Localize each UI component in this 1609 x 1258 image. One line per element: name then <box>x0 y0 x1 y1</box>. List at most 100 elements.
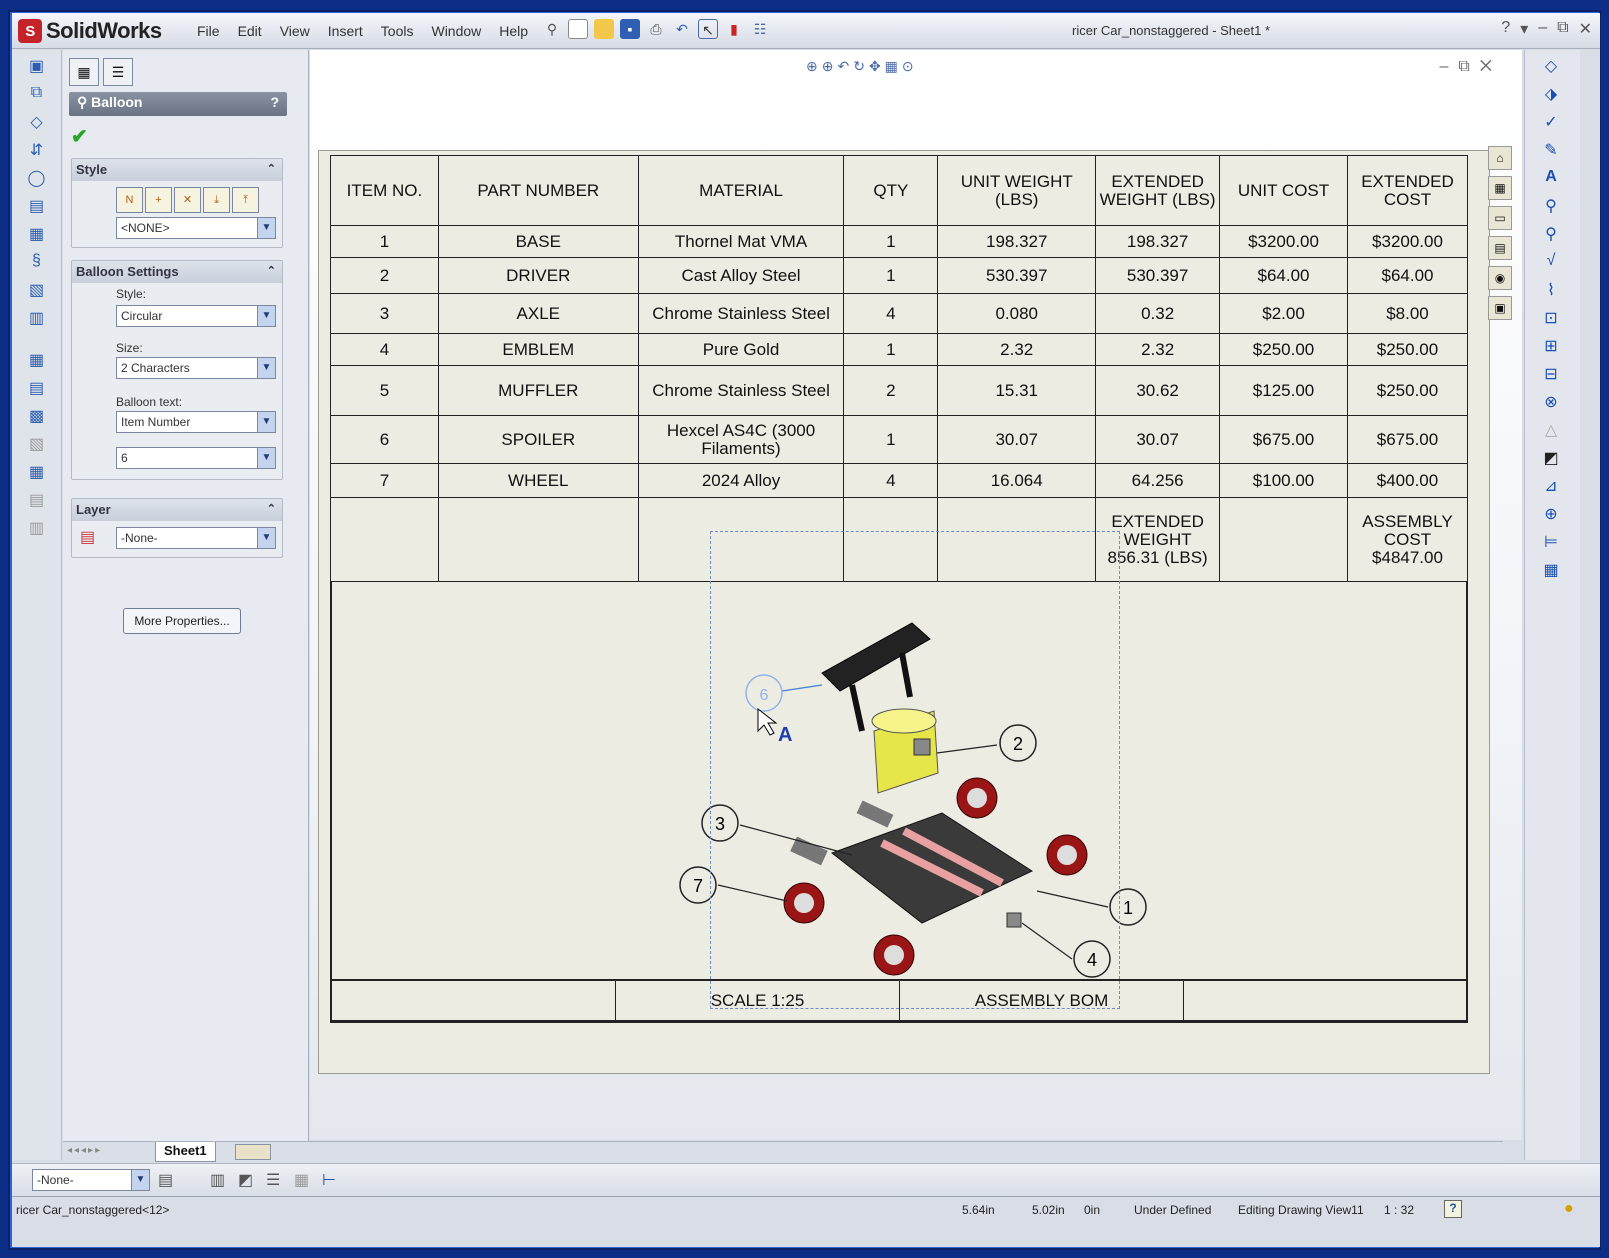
collapse-icon[interactable]: ⌃ <box>267 162 276 175</box>
detail-view-icon[interactable]: ◯ <box>24 168 50 190</box>
style-select[interactable]: <NONE> ▼ <box>116 217 276 239</box>
hole-table-icon[interactable]: ▩ <box>24 406 50 428</box>
table-row[interactable]: 7 WHEEL 2024 Alloy 4 16.064 64.256 $100.00 $400… <box>330 463 1469 498</box>
line-style-icon[interactable]: ☰ <box>266 1170 280 1190</box>
pan-icon[interactable]: ✥ <box>869 58 885 74</box>
section-view-icon[interactable]: ⇵ <box>24 140 50 162</box>
doc-minimize-icon[interactable]: – <box>1439 58 1458 75</box>
options-icon[interactable]: ☷ <box>750 19 770 39</box>
revision-table-icon[interactable]: ▧ <box>24 434 50 456</box>
menu-help[interactable]: Help <box>490 21 537 41</box>
save-icon[interactable]: ▪ <box>620 19 640 39</box>
rotate-icon[interactable]: ↻ <box>853 58 869 74</box>
help-icon[interactable]: ? <box>270 94 279 110</box>
balloon-size-select[interactable]: 2 Characters ▼ <box>116 357 276 379</box>
revision-symbol-icon[interactable]: ⊿ <box>1537 476 1565 498</box>
rebuild-icon[interactable]: ▮ <box>724 19 744 39</box>
hide-edge-icon[interactable]: ▦ <box>294 1170 309 1190</box>
minimize-icon[interactable]: – <box>1538 19 1547 39</box>
menu-view[interactable]: View <box>271 21 319 41</box>
previous-view-icon[interactable]: ↶ <box>837 58 853 74</box>
open-folder-icon[interactable] <box>594 19 614 39</box>
line-color-icon[interactable]: ▥ <box>210 1170 225 1190</box>
table-row[interactable]: 6 SPOILER Hexcel AS4C (3000 Filaments) 1 30.… <box>330 415 1469 464</box>
apply-default-style-icon[interactable]: N <box>116 187 143 213</box>
break-icon[interactable]: ▦ <box>24 224 50 246</box>
table-row[interactable]: 5 MUFFLER Chrome Stainless Steel 2 15.31 30.6… <box>330 365 1469 416</box>
help-dropdown-icon[interactable]: ▾ <box>1520 19 1528 39</box>
table-icon[interactable]: ▦ <box>24 350 50 372</box>
datum-target-icon[interactable]: ⊗ <box>1537 392 1565 414</box>
menu-file[interactable]: File <box>188 21 229 41</box>
smart-dimension-icon[interactable]: ◇ <box>1537 56 1565 78</box>
custom-properties-icon[interactable]: ▣ <box>1488 296 1512 320</box>
delete-style-icon[interactable]: ✕ <box>174 187 201 213</box>
layer-select[interactable]: -None- ▼ <box>116 527 276 549</box>
save-style-icon[interactable]: ⤓ <box>203 187 230 213</box>
tab-sheet1[interactable]: Sheet1 <box>155 1142 216 1162</box>
spell-checker-icon[interactable]: ✓ <box>1537 112 1565 134</box>
area-hatch-icon[interactable]: ◩ <box>1537 448 1565 470</box>
layer-properties-icon[interactable]: ▤ <box>158 1170 173 1190</box>
chevron-down-icon[interactable]: ▼ <box>257 528 275 548</box>
model-view-icon[interactable]: ▣ <box>24 56 50 78</box>
collapse-icon[interactable]: ⌃ <box>267 502 276 515</box>
close-icon[interactable]: ✕ <box>1579 19 1592 39</box>
model-items-icon[interactable]: ⬗ <box>1537 84 1565 106</box>
balloon-tool-icon[interactable]: ⚲ <box>1537 196 1565 218</box>
zoom-to-area-icon[interactable]: ⊕ <box>822 58 838 74</box>
ok-check-icon[interactable]: ✔ <box>71 124 88 149</box>
menu-tools[interactable]: Tools <box>372 21 423 41</box>
help-icon[interactable]: ? <box>1501 19 1510 39</box>
crop-view-icon[interactable]: § <box>24 252 50 274</box>
table-row[interactable]: 3 AXLE Chrome Stainless Steel 4 0.080 0.32 $2.… <box>330 293 1469 334</box>
projected-view-icon[interactable]: ⧉ <box>24 84 50 106</box>
collapse-icon[interactable]: ⌃ <box>267 264 276 277</box>
weld-symbol-icon[interactable]: ⌇ <box>1537 280 1565 302</box>
menu-window[interactable]: Window <box>422 21 490 41</box>
bom-icon[interactable]: ▤ <box>24 378 50 400</box>
weld-table-icon[interactable]: ▤ <box>24 490 50 512</box>
hole-callout-icon[interactable]: ⊡ <box>1537 308 1565 330</box>
chevron-down-icon[interactable]: ▼ <box>257 412 275 432</box>
layer-toolbar-select[interactable]: -None- ▼ <box>32 1169 150 1191</box>
select-pointer-icon[interactable]: ↖ <box>698 19 718 39</box>
zoom-to-fit-icon[interactable]: ⊕ <box>806 58 822 74</box>
doc-close-icon[interactable]: ✕ <box>1480 58 1502 75</box>
alternate-position-icon[interactable]: ▧ <box>24 280 50 302</box>
pin-icon[interactable]: ⚲ <box>542 19 562 39</box>
design-library-icon[interactable]: ▦ <box>1488 176 1512 200</box>
chevron-down-icon[interactable]: ▼ <box>257 358 275 378</box>
print-icon[interactable]: ⎙ <box>646 19 666 39</box>
load-style-icon[interactable]: ⤒ <box>232 187 259 213</box>
chevron-down-icon[interactable]: ▼ <box>131 1170 149 1190</box>
table-row[interactable]: 1 BASE Thornel Mat VMA 1 198.327 198.327 $3200… <box>330 225 1469 258</box>
table-row[interactable]: 2 DRIVER Cast Alloy Steel 1 530.397 530.397 $6… <box>330 257 1469 294</box>
chevron-down-icon[interactable]: ▼ <box>257 448 275 468</box>
bom-table[interactable]: ITEM NO. PART NUMBER MATERIAL QTY UNIT W… <box>330 155 1469 582</box>
chevron-down-icon[interactable]: ▼ <box>257 218 275 238</box>
centerline-icon[interactable]: ⊨ <box>1537 532 1565 554</box>
balloon-settings-header[interactable]: Balloon Settings ⌃ <box>72 261 282 283</box>
menu-edit[interactable]: Edit <box>229 21 271 41</box>
chevron-down-icon[interactable]: ▼ <box>257 306 275 326</box>
general-table-icon[interactable]: ▥ <box>24 518 50 540</box>
display-style-icon[interactable]: ▦ <box>885 58 902 74</box>
balloon-text-select[interactable]: Item Number ▼ <box>116 411 276 433</box>
doc-restore-icon[interactable]: ⧉ <box>1458 58 1479 75</box>
snap-grid-icon[interactable]: ⊢ <box>322 1170 336 1190</box>
more-properties-button[interactable]: More Properties... <box>123 608 241 634</box>
standard-views-icon[interactable]: ▥ <box>24 308 50 330</box>
blocks-icon[interactable]: △ <box>1537 420 1565 442</box>
undo-icon[interactable]: ↶ <box>672 19 692 39</box>
quick-tips-icon[interactable]: ? <box>1444 1200 1462 1218</box>
design-table-icon[interactable]: ▦ <box>24 462 50 484</box>
broken-out-section-icon[interactable]: ▤ <box>24 196 50 218</box>
format-painter-icon[interactable]: ✎ <box>1537 140 1565 162</box>
sheet-nav-icon[interactable]: ◂◂◂▸▸ <box>67 1145 102 1156</box>
balloon-number-select[interactable]: 6 ▼ <box>116 447 276 469</box>
center-mark-icon[interactable]: ⊕ <box>1537 504 1565 526</box>
table-row[interactable]: 4 EMBLEM Pure Gold 1 2.32 2.32 $250.00 $250.00 <box>330 333 1469 366</box>
line-thickness-icon[interactable]: ◩ <box>238 1170 253 1190</box>
style-group-header[interactable]: Style ⌃ <box>72 159 282 181</box>
